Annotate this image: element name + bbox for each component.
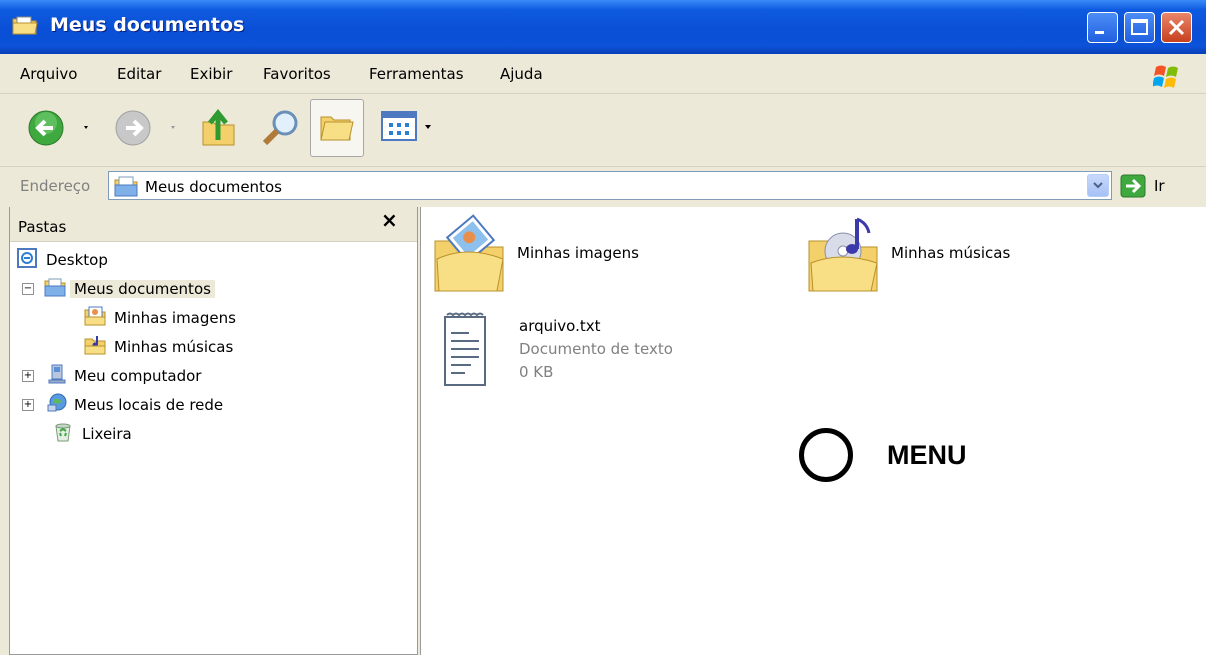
network-icon [47,393,67,412]
explorer-window: Meus documentos Arquivo Editar Exibir Fa… [0,0,1206,655]
address-input[interactable]: Meus documentos [108,171,1112,200]
minimize-icon [1095,31,1104,34]
folders-pane-header: Pastas × [10,207,417,242]
folders-pane-close-button[interactable]: × [381,208,398,232]
close-button[interactable] [1161,12,1192,43]
tree-item-label: Meu computador [74,367,202,385]
address-value: Meus documentos [145,178,282,196]
menu-editar[interactable]: Editar [117,65,161,83]
address-bar: Endereço Meus documentos Ir [0,167,1206,205]
music-folder-icon [808,217,878,292]
content-item-label: arquivo.txt [519,317,601,335]
window-title: Meus documentos [50,14,245,36]
computer-icon [48,364,66,384]
title-bar[interactable]: Meus documentos [0,0,1206,54]
text-file-icon [444,312,486,386]
documents-folder-icon [44,278,66,297]
go-arrow-icon[interactable] [1120,174,1146,198]
views-button[interactable] [380,109,440,145]
menu-arquivo[interactable]: Arquivo [20,65,77,83]
content-item-size: 0 KB [519,363,554,381]
menu-favoritos[interactable]: Favoritos [263,65,331,83]
tree-item-label: Lixeira [82,425,132,443]
windows-logo-icon [1153,65,1178,88]
toolbar [0,94,1206,167]
menu-bar: Arquivo Editar Exibir Favoritos Ferramen… [0,55,1206,94]
pictures-folder-icon [434,214,504,292]
expand-icon[interactable]: + [22,370,34,382]
up-folder-button[interactable] [199,106,239,150]
maximize-button[interactable] [1124,12,1155,43]
go-button[interactable]: Ir [1154,177,1165,195]
annotation-circle [799,428,853,482]
menu-ferramentas[interactable]: Ferramentas [369,65,464,83]
tree-item-label: Minhas imagens [114,309,236,327]
annotation-label: MENU [887,440,967,470]
maximize-icon [1131,19,1148,35]
menu-ajuda[interactable]: Ajuda [500,65,543,83]
search-button[interactable] [259,107,303,151]
forward-button[interactable] [113,108,181,148]
folders-pane: Pastas × Desktop − Meus documentos Minha… [9,207,418,655]
tree-item-label: Minhas músicas [114,338,234,356]
folder-icon [12,16,38,35]
minimize-button[interactable] [1087,12,1118,43]
back-button[interactable] [26,108,94,148]
address-label: Endereço [20,177,91,195]
recycle-bin-icon [55,423,71,442]
content-item-label: Minhas músicas [891,244,1011,262]
chevron-down-icon [1093,182,1103,189]
folders-button[interactable] [310,99,364,157]
content-item-label: Minhas imagens [517,244,639,262]
desktop-icon [17,248,37,268]
tree-item-meus-documentos[interactable]: − Meus documentos [16,276,246,302]
close-icon [1168,19,1185,36]
tree-item-label: Desktop [46,251,108,269]
menu-exibir[interactable]: Exibir [190,65,232,83]
content-item-type: Documento de texto [519,340,673,358]
folders-icon [320,116,354,141]
expand-icon[interactable]: + [22,399,34,411]
tree-item-label: Meus locais de rede [74,396,224,414]
address-dropdown-button[interactable] [1087,174,1109,197]
tree-item-label: Meus documentos [70,280,215,298]
folders-pane-title: Pastas [18,218,67,236]
pictures-folder-icon [84,306,106,326]
documents-folder-icon [114,176,138,197]
collapse-icon[interactable]: − [22,283,34,295]
music-folder-icon [84,336,106,355]
